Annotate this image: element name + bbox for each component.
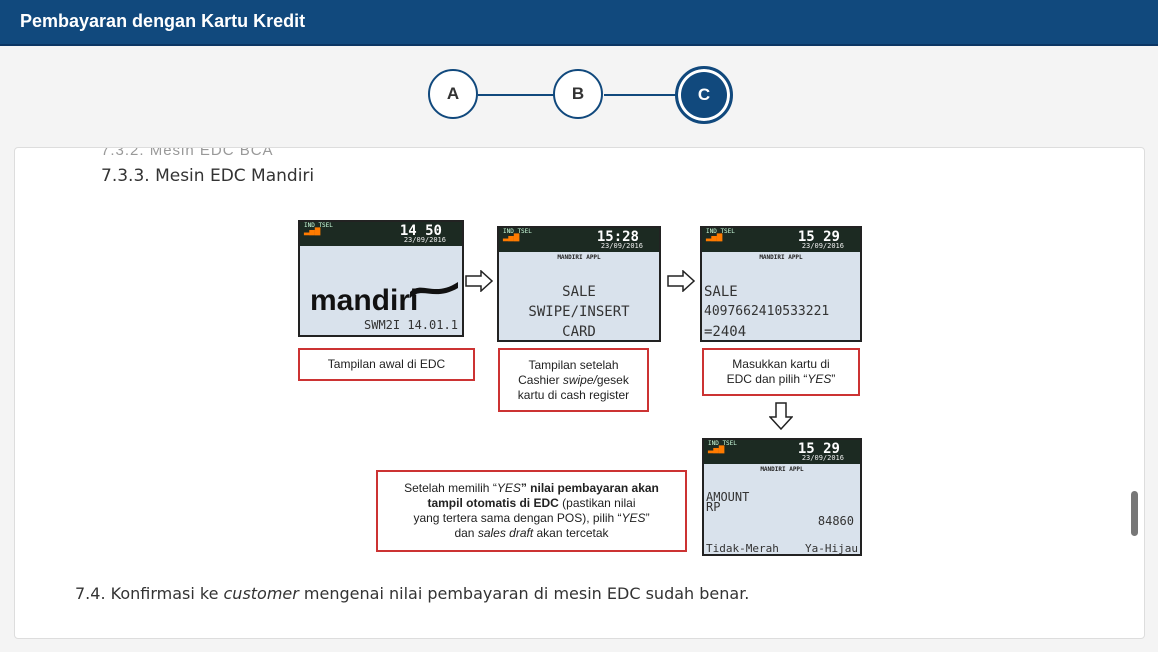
cutoff-text: 7.3.2. Mesin EDC BCA bbox=[101, 147, 274, 159]
caption-text: Tampilan awal di EDC bbox=[327, 357, 446, 371]
section-heading: 7.3.3. Mesin EDC Mandiri bbox=[101, 166, 315, 186]
arrow-right-icon bbox=[667, 270, 695, 292]
date: 23/09/2016 bbox=[801, 454, 844, 462]
step-b[interactable]: B bbox=[553, 69, 603, 119]
page-title: Pembayaran dengan Kartu Kredit bbox=[20, 11, 306, 31]
date: 23/09/2016 bbox=[600, 242, 643, 250]
signal-icon: ▂▄▆ bbox=[708, 444, 725, 454]
caption-text: ” bbox=[831, 372, 836, 386]
caption-card: Masukkan kartu di EDC dan pilih “YES” bbox=[702, 348, 860, 396]
caption-text: YES bbox=[496, 481, 521, 495]
screen-line: SALE bbox=[562, 284, 596, 300]
caption-text: akan tercetak bbox=[533, 526, 609, 540]
signal-icon: ▂▄▆ bbox=[706, 232, 723, 242]
caption-text: sales draft bbox=[477, 526, 534, 540]
screen-line: RP bbox=[706, 500, 721, 514]
step-connector bbox=[478, 94, 554, 96]
caption-amount: Setelah memilih “YES” nilai pembayaran a… bbox=[376, 470, 687, 552]
caption-text: ” nilai pembayaran akan bbox=[520, 481, 659, 495]
step-connector bbox=[604, 94, 678, 96]
arrow-right-icon bbox=[465, 270, 493, 292]
signal-icon: ▂▄▆ bbox=[304, 226, 321, 236]
footer-text: mengenai nilai pembayaran di mesin EDC s… bbox=[298, 584, 750, 603]
caption-text: (pastikan nilai bbox=[558, 496, 636, 510]
app-name: MANDIRI APPL bbox=[759, 254, 803, 261]
amount-value: 84860 bbox=[817, 514, 854, 528]
app-name: MANDIRI APPL bbox=[557, 254, 601, 261]
caption-text: ” bbox=[645, 511, 650, 525]
footer-text: customer bbox=[223, 584, 299, 603]
caption-text: EDC dan pilih “ bbox=[726, 372, 808, 386]
caption-text: kartu di cash register bbox=[517, 387, 630, 402]
mandiri-wave-icon bbox=[410, 282, 458, 298]
caption-text: dan bbox=[454, 526, 478, 540]
app-name: MANDIRI APPL bbox=[760, 466, 804, 473]
date: 23/09/2016 bbox=[403, 236, 446, 244]
caption-text: swipe/ bbox=[562, 372, 597, 387]
caption-text: tampil otomatis di EDC bbox=[427, 496, 559, 510]
screen-line: 4097662410533221 bbox=[704, 304, 830, 319]
caption-text: Setelah memilih “ bbox=[404, 481, 497, 495]
caption-text: YES bbox=[807, 372, 832, 386]
version-text: SWM2I 14.01.1 bbox=[364, 318, 458, 332]
caption-text: Tampilan setelah bbox=[528, 357, 619, 372]
caption-swipe: Tampilan setelah Cashier swipe/gesek kar… bbox=[498, 348, 649, 412]
arrow-down-icon bbox=[769, 402, 793, 430]
screen-line: CARD bbox=[562, 324, 596, 340]
edc-screen-initial: IND TSEL ▂▄▆ 14 50 23/09/2016 mandiri SWM2I… bbox=[298, 220, 464, 337]
date: 23/09/2016 bbox=[801, 242, 844, 250]
signal-icon: ▂▄▆ bbox=[503, 232, 520, 242]
screen-line: =2404 bbox=[704, 324, 747, 340]
screen-line: SWIPE/INSERT bbox=[528, 304, 630, 320]
step-c[interactable]: C bbox=[675, 66, 733, 124]
edc-screen-amount: IND TSEL ▂▄▆ 15 29 23/09/2016 MANDIRI APPL … bbox=[702, 438, 862, 556]
step-a[interactable]: A bbox=[428, 69, 478, 119]
option-no: Tidak-Merah bbox=[706, 542, 779, 555]
caption-text: yang tertera sama dengan POS), pilih “ bbox=[413, 511, 622, 525]
footer-text: 7.4. Konfirmasi ke bbox=[75, 584, 224, 603]
edc-screen-swipe: IND TSEL ▂▄▆ 15:28 23/09/2016 MANDIRI APPL … bbox=[497, 226, 661, 342]
mandiri-logo: mandiri bbox=[310, 284, 419, 317]
screen-line: SALE bbox=[704, 284, 738, 300]
caption-initial: Tampilan awal di EDC bbox=[298, 348, 475, 381]
confirmation-text: 7.4. Konfirmasi ke customer mengenai nil… bbox=[75, 584, 749, 603]
scrollbar-thumb[interactable] bbox=[1131, 491, 1138, 536]
stepper: A B C bbox=[0, 66, 1158, 126]
caption-text: Cashier bbox=[518, 372, 563, 387]
content-card: 7.3.2. Mesin EDC BCA 7.3.3. Mesin EDC Ma… bbox=[14, 147, 1145, 639]
caption-text: Masukkan kartu di bbox=[732, 357, 830, 371]
caption-text: YES bbox=[621, 511, 646, 525]
option-yes: Ya-Hijau bbox=[805, 542, 858, 555]
header-bar: Pembayaran dengan Kartu Kredit bbox=[0, 0, 1158, 46]
edc-screen-card: IND TSEL ▂▄▆ 15 29 23/09/2016 MANDIRI APPL … bbox=[700, 226, 862, 342]
caption-text: gesek bbox=[596, 372, 629, 387]
